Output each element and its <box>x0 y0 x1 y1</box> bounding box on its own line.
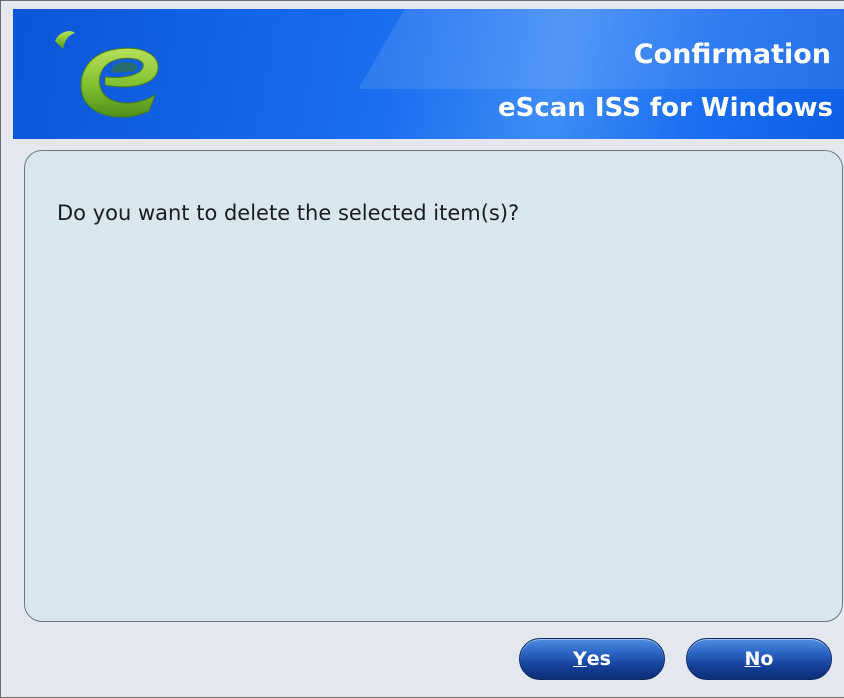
message-panel: Do you want to delete the selected item(… <box>24 150 843 622</box>
dialog-header: Confirmation eScan ISS for Windows <box>13 9 844 139</box>
product-name: eScan ISS for Windows <box>497 93 833 123</box>
yes-button[interactable]: Yes <box>519 638 665 680</box>
yes-button-label: es <box>586 648 611 670</box>
dialog-title: Confirmation <box>633 39 831 70</box>
escan-logo-icon <box>55 31 159 118</box>
no-button[interactable]: No <box>686 638 832 680</box>
confirmation-dialog: Confirmation eScan ISS for Windows Do yo… <box>0 0 844 698</box>
no-button-label: o <box>760 648 774 670</box>
yes-button-mnemonic: Y <box>573 648 587 670</box>
confirmation-message: Do you want to delete the selected item(… <box>57 201 520 225</box>
no-button-mnemonic: N <box>744 648 761 670</box>
